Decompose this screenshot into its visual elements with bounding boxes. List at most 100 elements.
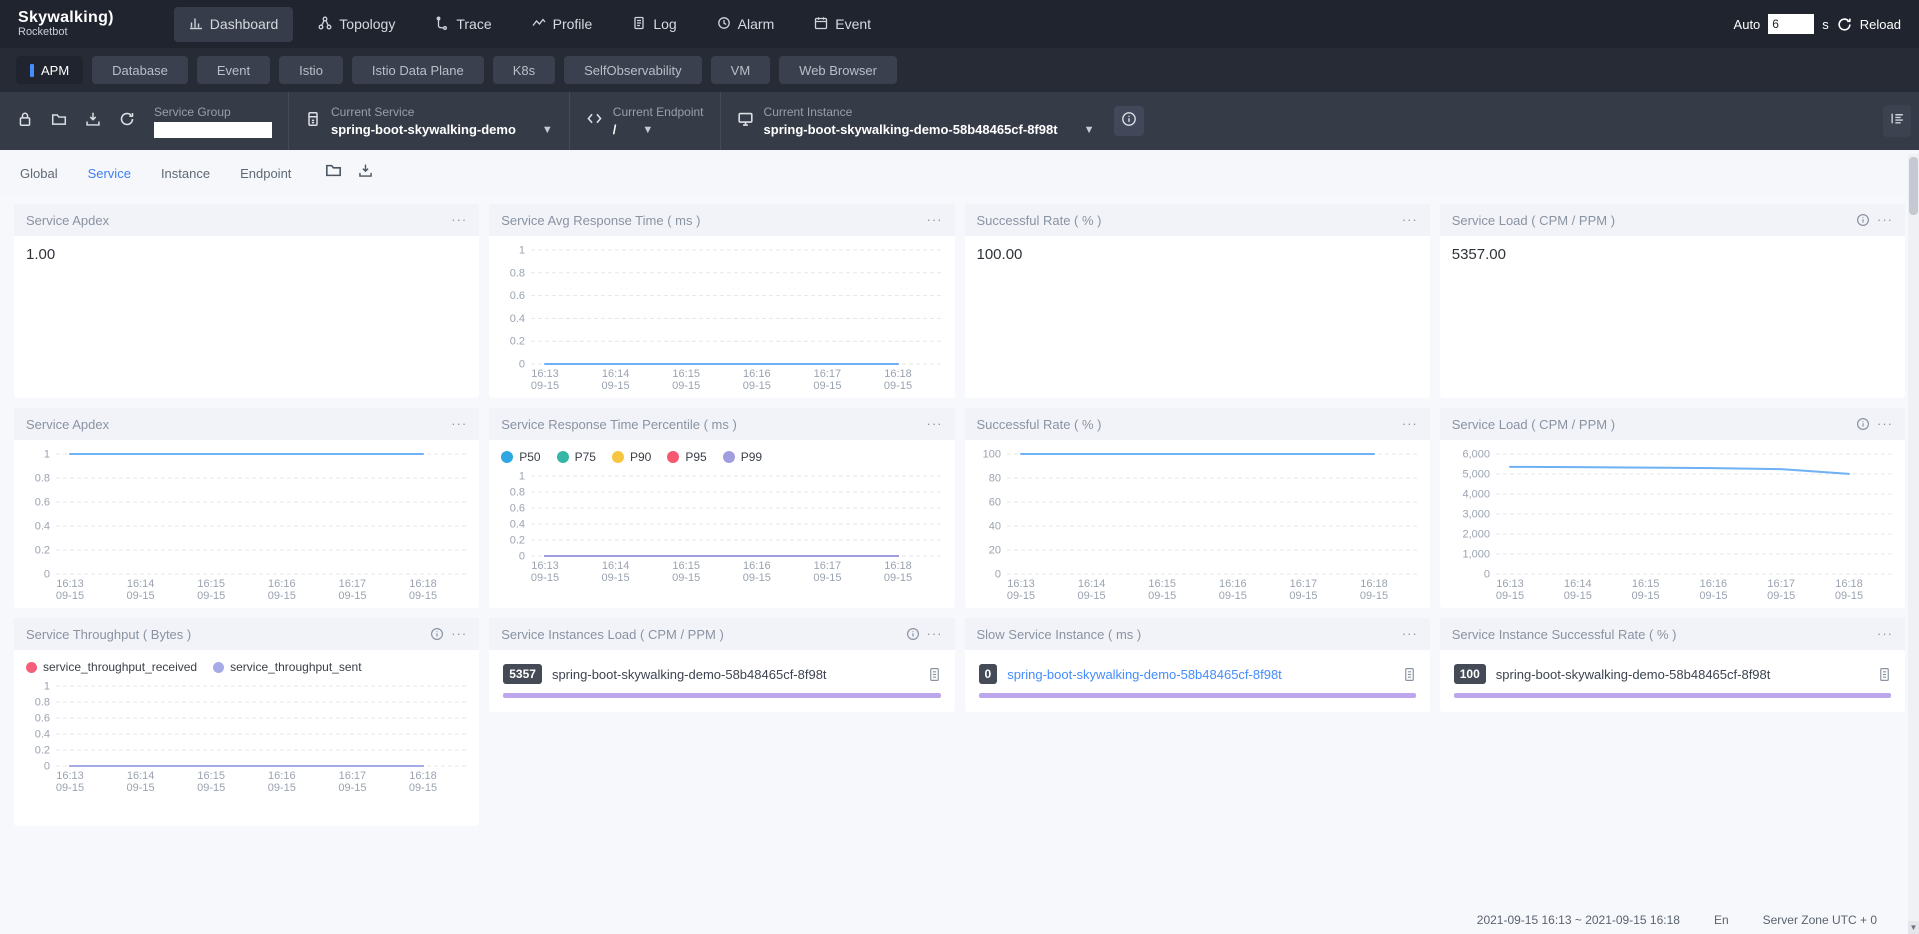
reload-icon[interactable] (1837, 17, 1852, 32)
svg-text:16:1709-15: 16:1709-15 (338, 578, 366, 602)
current-endpoint-selector[interactable]: Current Endpoint /▼ (576, 105, 714, 137)
card-info-icon[interactable] (1856, 417, 1870, 431)
panel-collapse-button[interactable] (1883, 105, 1911, 137)
card-menu-icon[interactable]: ··· (1402, 421, 1418, 427)
svg-text:16:1409-15: 16:1409-15 (1563, 578, 1591, 602)
card-menu-icon[interactable]: ··· (451, 421, 467, 427)
card-menu-icon[interactable]: ··· (1402, 631, 1418, 637)
card-menu-icon[interactable]: ··· (1877, 217, 1893, 223)
card-slow-instance: Slow Service Instance ( ms ) ··· 0 sprin… (965, 618, 1430, 712)
current-instance-selector[interactable]: Current Instance spring-boot-skywalking-… (727, 105, 1105, 137)
svg-text:0.2: 0.2 (510, 535, 525, 547)
page-tab-event[interactable]: Event (197, 56, 270, 84)
lock-icon (17, 111, 33, 132)
card-menu-icon[interactable]: ··· (927, 421, 943, 427)
nav-item-alarm[interactable]: Alarm (702, 7, 790, 42)
legend-item-p99[interactable]: P99 (723, 450, 762, 464)
nav-item-dashboard[interactable]: Dashboard (174, 7, 294, 42)
card-menu-icon[interactable]: ··· (927, 631, 943, 637)
page-tab-database[interactable]: Database (92, 56, 188, 84)
card-info-icon[interactable] (1856, 213, 1870, 227)
auto-interval-input[interactable] (1768, 14, 1814, 34)
legend-item-p90[interactable]: P90 (612, 450, 651, 464)
svg-text:16:1409-15: 16:1409-15 (1077, 578, 1105, 602)
logo-subtitle: Rocketbot (18, 27, 114, 39)
tab-endpoint[interactable]: Endpoint (240, 166, 291, 181)
page-tab-web-browser[interactable]: Web Browser (779, 56, 897, 84)
svg-text:0.6: 0.6 (35, 497, 50, 509)
nav-label: Log (653, 16, 676, 32)
card-service-load-trend: Service Load ( CPM / PPM ) ··· 01,0002,0… (1440, 408, 1905, 608)
card-menu-icon[interactable]: ··· (451, 631, 467, 637)
nav-item-topology[interactable]: Topology (303, 7, 410, 42)
page-tab-k8s[interactable]: K8s (493, 56, 555, 84)
service-load-chart: 01,0002,0003,0004,0005,0006,00016:1309-1… (1448, 446, 1897, 604)
svg-text:16:1309-15: 16:1309-15 (531, 560, 559, 584)
card-menu-icon[interactable]: ··· (1877, 421, 1893, 427)
instance-detail-icon[interactable] (1403, 667, 1416, 682)
reload-label[interactable]: Reload (1860, 17, 1901, 32)
instance-detail-icon[interactable] (928, 667, 941, 682)
instance-detail-icon[interactable] (1878, 667, 1891, 682)
svg-text:16:1609-15: 16:1609-15 (1699, 578, 1727, 602)
svg-text:16:1409-15: 16:1409-15 (127, 770, 155, 794)
card-menu-icon[interactable]: ··· (927, 217, 943, 223)
card-info-icon[interactable] (906, 627, 920, 641)
scrollbar-thumb[interactable] (1909, 157, 1918, 215)
current-service-selector[interactable]: Current Service spring-boot-skywalking-d… (295, 105, 563, 137)
service-group-input[interactable] (154, 122, 272, 138)
legend-item-received[interactable]: service_throughput_received (26, 660, 197, 674)
page-tab-istio[interactable]: Istio (279, 56, 343, 84)
nav-item-profile[interactable]: Profile (517, 7, 608, 42)
footer: 2021-09-15 16:13 ~ 2021-09-15 16:18 En S… (0, 906, 1907, 934)
nav-item-event[interactable]: Event (799, 7, 886, 42)
vertical-scrollbar[interactable]: ▼ (1908, 154, 1919, 934)
legend-item-sent[interactable]: service_throughput_sent (213, 660, 361, 674)
toolbar-info-button[interactable] (1114, 106, 1144, 136)
chevron-down-icon: ▼ (542, 124, 553, 136)
current-service-value: spring-boot-skywalking-demo (331, 122, 516, 137)
time-range-picker[interactable]: 2021-09-15 16:13 ~ 2021-09-15 16:18 (1477, 913, 1680, 927)
export-icon[interactable] (358, 163, 373, 183)
tab-instance[interactable]: Instance (161, 166, 210, 181)
current-instance-label: Current Instance (764, 105, 1095, 119)
instance-row: 100 spring-boot-skywalking-demo-58b48465… (1452, 660, 1893, 684)
instance-row: 5357 spring-boot-skywalking-demo-58b4846… (501, 660, 942, 684)
profile-icon (532, 16, 546, 33)
page-tab-vm[interactable]: VM (711, 56, 771, 84)
folder-icon (51, 111, 67, 132)
card-info-icon[interactable] (430, 627, 444, 641)
dashboard-manage-button[interactable] (42, 104, 76, 138)
scrollbar-down-arrow[interactable]: ▼ (1908, 921, 1919, 934)
page-tab-apm[interactable]: APM (16, 56, 83, 84)
nav-item-log[interactable]: Log (617, 7, 691, 42)
svg-text:16:1609-15: 16:1609-15 (268, 578, 296, 602)
svg-text:16:1609-15: 16:1609-15 (743, 560, 771, 584)
svg-text:16:1609-15: 16:1609-15 (268, 770, 296, 794)
card-menu-icon[interactable]: ··· (1402, 217, 1418, 223)
tab-global[interactable]: Global (20, 166, 58, 181)
legend-item-p75[interactable]: P75 (557, 450, 596, 464)
page-tab-selfobservability[interactable]: SelfObservability (564, 56, 702, 84)
chevron-down-icon: ▼ (642, 124, 653, 136)
svg-text:80: 80 (988, 473, 1000, 485)
svg-text:5,000: 5,000 (1462, 469, 1490, 481)
svg-text:0.4: 0.4 (510, 519, 525, 531)
card-menu-icon[interactable]: ··· (1877, 631, 1893, 637)
svg-text:16:1309-15: 16:1309-15 (56, 578, 84, 602)
card-menu-icon[interactable]: ··· (451, 217, 467, 223)
throughput-legend: service_throughput_received service_thro… (22, 658, 471, 678)
server-zone-label: Server Zone UTC + 0 (1763, 913, 1877, 927)
import-export-button[interactable] (76, 104, 110, 138)
legend-item-p95[interactable]: P95 (667, 450, 706, 464)
template-folder-icon[interactable] (325, 163, 342, 183)
page-tab-istio-data-plane[interactable]: Istio Data Plane (352, 56, 484, 84)
refresh-templates-button[interactable] (110, 104, 144, 138)
language-selector[interactable]: En (1714, 913, 1729, 927)
tab-service[interactable]: Service (88, 166, 131, 181)
lock-templates-button[interactable] (8, 104, 42, 138)
legend-item-p50[interactable]: P50 (501, 450, 540, 464)
instance-name-link[interactable]: spring-boot-skywalking-demo-58b48465cf-8… (1007, 667, 1282, 682)
current-service-label: Current Service (331, 105, 553, 119)
nav-item-trace[interactable]: Trace (420, 7, 506, 42)
